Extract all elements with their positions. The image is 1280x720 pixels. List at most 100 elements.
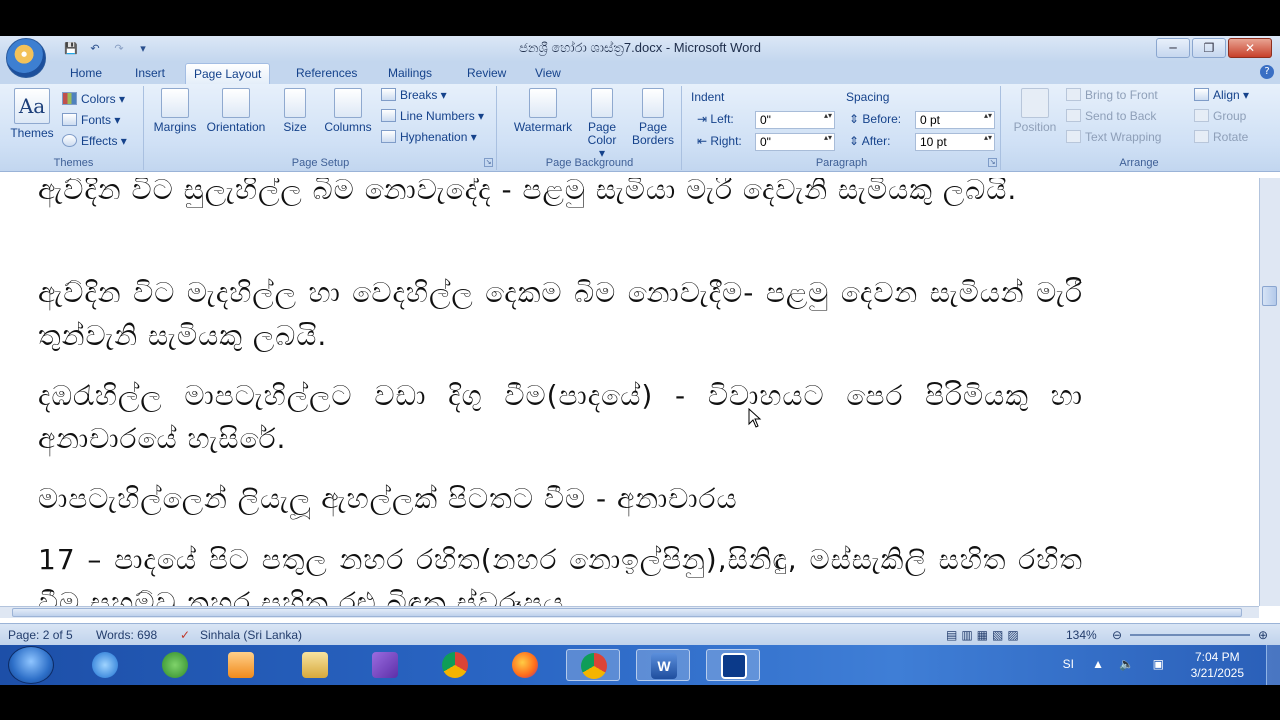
- media-player-icon[interactable]: [214, 649, 268, 681]
- vertical-scrollbar[interactable]: [1259, 178, 1280, 606]
- orientation-label: Orientation: [206, 120, 266, 134]
- themes-button[interactable]: Aa Themes: [8, 88, 56, 140]
- language-indicator[interactable]: SI: [1063, 657, 1074, 671]
- indent-right-input[interactable]: 0": [755, 133, 835, 151]
- firefox-icon[interactable]: [498, 649, 552, 681]
- view-buttons[interactable]: ▤▥▦▧▨: [946, 628, 1023, 642]
- paragraph-2[interactable]: ඇව්දින විට මැදහිල්ල හා වෙදහිල්ල දෙකම බිම…: [38, 271, 1083, 357]
- close-button[interactable]: ✕: [1228, 38, 1272, 58]
- show-hidden-icons-icon[interactable]: ▲: [1092, 657, 1104, 671]
- position-label: Position: [1013, 120, 1057, 134]
- zoom-level[interactable]: 134%: [1066, 628, 1097, 642]
- taskbar: W SI ▲ 🔈 ▣ 7:04 PM 3/21/2025: [0, 645, 1280, 685]
- hyphenation-button[interactable]: Hyphenation ▾: [381, 130, 477, 144]
- file-explorer-icon[interactable]: [288, 649, 342, 681]
- tab-insert[interactable]: Insert: [135, 66, 165, 80]
- page-count[interactable]: Page: 2 of 5: [8, 628, 73, 642]
- fonts-label: Fonts ▾: [81, 113, 121, 127]
- zoom-in-icon[interactable]: ⊕: [1258, 628, 1268, 642]
- help-icon[interactable]: ?: [1260, 65, 1274, 79]
- document-area[interactable]: ඇව්දින විට සුලැහිල්ල බිම නොවැදේද - පළමු …: [0, 178, 1248, 606]
- visual-studio-icon[interactable]: [358, 649, 412, 681]
- chrome-icon[interactable]: [428, 649, 482, 681]
- spacing-after-input[interactable]: 10 pt: [915, 133, 995, 151]
- paragraph-group: Indent ⇥ Left: 0" ⇤ Right: 0" Spacing ⇕ …: [683, 86, 1001, 170]
- mouse-cursor-icon: [748, 408, 762, 428]
- tab-references[interactable]: References: [296, 66, 357, 80]
- network-status-icon[interactable]: ▣: [1153, 657, 1164, 671]
- show-desktop-button[interactable]: [1266, 645, 1280, 685]
- window-controls: ─ ❐ ✕: [1156, 38, 1272, 58]
- paragraph-4[interactable]: මාපටැහිල්ලෙන් ලියැලූ ඇහල්ලක් පිටතට වීම -…: [38, 477, 1083, 520]
- themes-group-label: Themes: [53, 157, 94, 169]
- chrome-profile-icon[interactable]: [566, 649, 620, 681]
- page-borders-icon: [642, 88, 664, 118]
- watermark-icon: [529, 88, 557, 118]
- maximize-button[interactable]: ❐: [1192, 38, 1226, 58]
- page-color-label-2: Color ▾: [587, 133, 617, 160]
- size-icon: [284, 88, 306, 118]
- breaks-button[interactable]: Breaks ▾: [381, 88, 447, 102]
- theme-fonts-button[interactable]: Fonts ▾: [62, 113, 120, 127]
- send-to-back-button[interactable]: Send to Back: [1066, 109, 1156, 123]
- app-window-icon[interactable]: [706, 649, 760, 681]
- start-button[interactable]: [8, 646, 54, 684]
- orientation-button[interactable]: Orientation: [203, 88, 269, 134]
- word-count[interactable]: Words: 698: [96, 628, 157, 642]
- language-status[interactable]: Sinhala (Sri Lanka): [200, 628, 302, 642]
- theme-colors-button[interactable]: Colors ▾: [62, 92, 125, 106]
- spacing-after-label: ⇕ After:: [849, 134, 891, 148]
- tab-view[interactable]: View: [535, 66, 561, 80]
- indent-left-icon: ⇥: [697, 112, 711, 126]
- group-button[interactable]: Group: [1194, 109, 1246, 123]
- clock[interactable]: 7:04 PM 3/21/2025: [1191, 649, 1244, 681]
- zoom-out-icon[interactable]: ⊖: [1112, 628, 1122, 642]
- word-icon[interactable]: W: [636, 649, 690, 681]
- margins-button[interactable]: Margins: [149, 88, 201, 134]
- office-button[interactable]: [6, 38, 46, 78]
- proofing-icon[interactable]: ✓: [180, 628, 190, 642]
- title-bar: 💾 ↶ ↷ ▾ ජනශ්‍රී හෝරා ශාස්ත්‍ර7.docx - Mi…: [0, 36, 1280, 62]
- volume-icon[interactable]: 🔈: [1119, 657, 1134, 671]
- indent-left-input[interactable]: 0": [755, 111, 835, 129]
- tab-home[interactable]: Home: [70, 66, 102, 80]
- arrange-group: Position Bring to Front Send to Back Tex…: [1002, 86, 1276, 170]
- paragraph-group-label: Paragraph: [815, 157, 868, 169]
- spacing-before-icon: ⇕: [849, 112, 863, 126]
- watermark-button[interactable]: Watermark: [508, 88, 578, 134]
- text-wrapping-button[interactable]: Text Wrapping: [1066, 130, 1161, 144]
- tab-review[interactable]: Review: [467, 66, 506, 80]
- page-borders-button[interactable]: Page Borders: [628, 88, 678, 147]
- internet-explorer-icon[interactable]: [78, 649, 132, 681]
- page-setup-launcher-icon[interactable]: ↘: [484, 158, 493, 167]
- network-icon[interactable]: [148, 649, 202, 681]
- spacing-before-input[interactable]: 0 pt: [915, 111, 995, 129]
- minimize-button[interactable]: ─: [1156, 38, 1190, 58]
- rotate-button[interactable]: Rotate: [1194, 130, 1248, 144]
- size-button[interactable]: Size: [277, 88, 313, 134]
- horizontal-scrollbar[interactable]: [0, 606, 1259, 618]
- page-background-group-label: Page Background: [545, 157, 634, 169]
- tab-mailings[interactable]: Mailings: [388, 66, 432, 80]
- line-numbers-button[interactable]: Line Numbers ▾: [381, 109, 484, 123]
- paragraph-5[interactable]: 17 – පාදයේ පිට පතුල නහර රහිත(නහර නොඉල්පි…: [38, 538, 1083, 606]
- paragraph-1[interactable]: ඇව්දින විට සුලැහිල්ල බිම නොවැදේද - පළමු …: [38, 178, 1083, 211]
- bring-to-front-button[interactable]: Bring to Front: [1066, 88, 1158, 102]
- effects-label: Effects ▾: [81, 134, 127, 148]
- zoom-slider[interactable]: [1130, 634, 1250, 636]
- ribbon: Aa Themes Colors ▾ Fonts ▾ Effects ▾ The…: [0, 84, 1280, 172]
- themes-icon: Aa: [14, 88, 50, 124]
- align-label: Align ▾: [1213, 88, 1250, 102]
- margins-label: Margins: [153, 120, 197, 134]
- paragraph-3[interactable]: දඹරැහිල්ල මාපටැහිල්ලට වඩා දිගු වීම(පාදයේ…: [38, 374, 1083, 460]
- columns-button[interactable]: Columns: [321, 88, 375, 134]
- position-button[interactable]: Position: [1008, 88, 1062, 134]
- paragraph-launcher-icon[interactable]: ↘: [988, 158, 997, 167]
- page-color-button[interactable]: Page Color ▾: [584, 88, 620, 160]
- vertical-scroll-thumb[interactable]: [1262, 286, 1277, 306]
- tab-page-layout[interactable]: Page Layout: [185, 63, 271, 84]
- size-label: Size: [283, 120, 307, 134]
- align-button[interactable]: Align ▾: [1194, 88, 1249, 102]
- horizontal-scroll-thumb[interactable]: [12, 608, 1242, 617]
- theme-effects-button[interactable]: Effects ▾: [62, 134, 127, 148]
